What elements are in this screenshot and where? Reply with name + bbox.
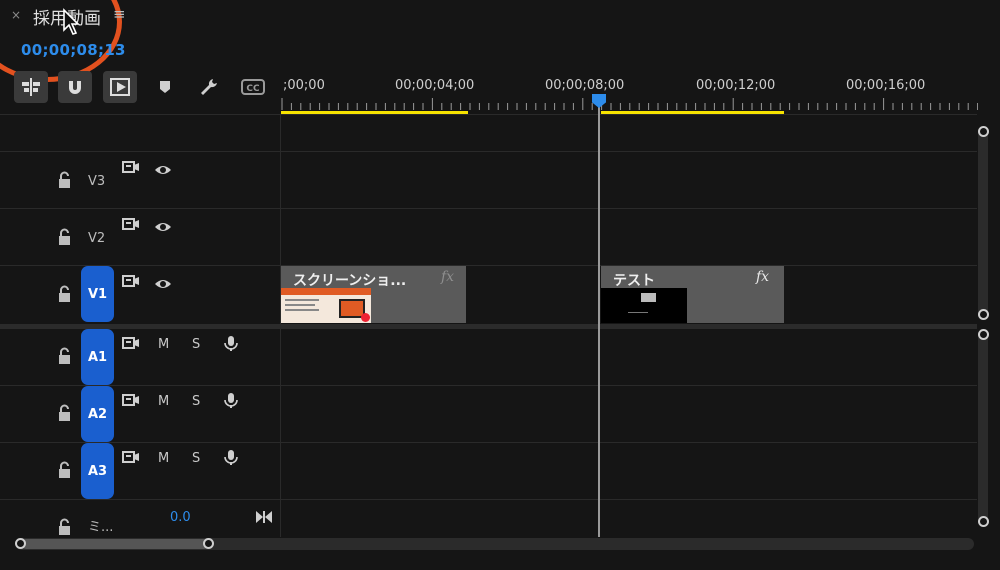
- track-target-a3[interactable]: A3: [81, 443, 114, 499]
- video-scrollbar[interactable]: [978, 128, 988, 320]
- sync-lock-icon[interactable]: [122, 160, 140, 176]
- divider: [0, 499, 977, 500]
- clip-thumbnail: [601, 288, 687, 323]
- nest-icon: [22, 78, 40, 96]
- scroll-handle[interactable]: [978, 329, 989, 340]
- divider: [0, 151, 977, 152]
- ruler-label-16s: 00;00;16;00: [846, 78, 926, 93]
- solo-button[interactable]: S: [192, 337, 200, 352]
- svg-text:CC: CC: [246, 84, 260, 94]
- mute-button[interactable]: M: [158, 451, 169, 466]
- ruler-label-12s: 00;00;12;00: [696, 78, 776, 93]
- track-target-v1[interactable]: V1: [81, 266, 114, 322]
- go-to-edit-point-icon[interactable]: [255, 510, 273, 524]
- insert-sequence-button[interactable]: [14, 71, 48, 103]
- lock-icon[interactable]: [56, 404, 72, 422]
- sync-lock-icon[interactable]: [122, 393, 140, 409]
- timeline-settings-button[interactable]: [194, 73, 224, 101]
- snap-button[interactable]: [58, 71, 92, 103]
- playhead-line[interactable]: [598, 105, 600, 537]
- marker-icon: [160, 81, 170, 93]
- divider: [0, 265, 977, 266]
- audio-scrollbar[interactable]: [978, 331, 988, 523]
- mix-volume-value[interactable]: 0.0: [170, 510, 191, 525]
- time-ruler[interactable]: [281, 98, 978, 112]
- zoom-handle-right[interactable]: [203, 538, 214, 549]
- track-target-a2[interactable]: A2: [81, 386, 114, 442]
- mute-button[interactable]: M: [158, 337, 169, 352]
- header-divider: [280, 114, 281, 537]
- wrench-icon: [201, 79, 217, 95]
- divider: [0, 385, 977, 386]
- clip-test[interactable]: テスト fx: [601, 266, 784, 323]
- eye-icon[interactable]: [154, 219, 172, 235]
- sync-lock-icon[interactable]: [122, 217, 140, 233]
- mouse-cursor-icon: [63, 8, 80, 35]
- timecode-display[interactable]: 00;00;08;13: [21, 41, 126, 59]
- lock-icon[interactable]: [56, 461, 72, 479]
- divider: [0, 208, 977, 209]
- ruler-label-4s: 00;00;04;00: [395, 78, 475, 93]
- av-divider[interactable]: [0, 324, 977, 329]
- clip-screenshot[interactable]: スクリーンショ... fx: [281, 266, 466, 323]
- magnet-icon: [69, 81, 81, 94]
- mix-track-label: ミ...: [88, 520, 114, 535]
- lock-icon[interactable]: [56, 228, 72, 246]
- scroll-handle[interactable]: [978, 309, 989, 320]
- lock-icon[interactable]: [56, 518, 72, 536]
- track-label-v3[interactable]: V3: [88, 174, 105, 189]
- captions-button[interactable]: CC: [238, 73, 268, 101]
- scroll-handle[interactable]: [978, 516, 989, 527]
- captions-icon: CC: [241, 79, 265, 95]
- track-label-v2[interactable]: V2: [88, 231, 105, 246]
- track-target-a1[interactable]: A1: [81, 329, 114, 385]
- linked-selection-icon: [110, 78, 130, 96]
- ruler-label-0: ;00;00: [283, 78, 325, 93]
- sync-lock-icon[interactable]: [122, 450, 140, 466]
- sync-lock-icon[interactable]: [122, 336, 140, 352]
- clip-name: テスト: [613, 273, 655, 289]
- divider: [0, 114, 977, 115]
- solo-button[interactable]: S: [192, 451, 200, 466]
- fx-badge[interactable]: fx: [756, 269, 769, 285]
- clip-name: スクリーンショ...: [293, 273, 407, 289]
- microphone-icon[interactable]: [222, 335, 240, 351]
- clip-thumbnail: [281, 288, 371, 323]
- microphone-icon[interactable]: [222, 392, 240, 408]
- mute-button[interactable]: M: [158, 394, 169, 409]
- microphone-icon[interactable]: [222, 449, 240, 465]
- horizontal-scroll-thumb[interactable]: [21, 539, 209, 549]
- zoom-handle-left[interactable]: [15, 538, 26, 549]
- lock-icon[interactable]: [56, 285, 72, 303]
- eye-icon[interactable]: [154, 162, 172, 178]
- lock-icon[interactable]: [56, 171, 72, 189]
- fx-badge[interactable]: fx: [441, 269, 454, 285]
- panel-menu-icon[interactable]: ≡: [113, 5, 126, 23]
- scroll-handle[interactable]: [978, 126, 989, 137]
- ruler-label-8s: 00;00;08;00: [545, 78, 625, 93]
- close-tab-button[interactable]: ×: [11, 8, 21, 22]
- sync-lock-icon[interactable]: [122, 274, 140, 290]
- divider: [0, 442, 977, 443]
- eye-icon[interactable]: [154, 276, 172, 292]
- lock-icon[interactable]: [56, 347, 72, 365]
- add-marker-button[interactable]: [150, 73, 180, 101]
- linked-selection-button[interactable]: [103, 71, 137, 103]
- solo-button[interactable]: S: [192, 394, 200, 409]
